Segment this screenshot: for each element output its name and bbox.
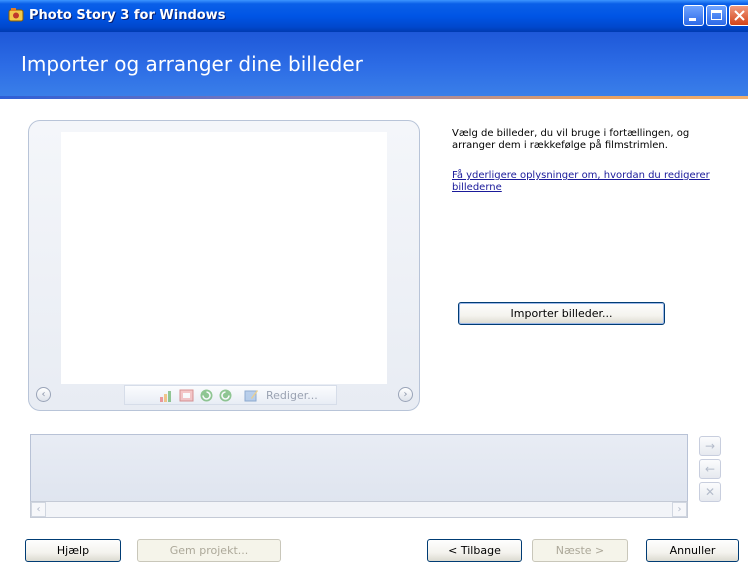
- edit-button[interactable]: Rediger...: [266, 389, 318, 402]
- close-button[interactable]: [729, 5, 748, 26]
- auto-correct-icon[interactable]: [159, 388, 174, 403]
- rotate-right-icon[interactable]: [218, 388, 233, 403]
- help-editing-link[interactable]: Få yderligere oplysninger om, hvordan du…: [452, 170, 712, 194]
- cancel-button[interactable]: Annuller: [646, 539, 739, 562]
- window-title: Photo Story 3 for Windows: [29, 8, 226, 23]
- rotate-left-icon[interactable]: [199, 388, 214, 403]
- photo-edit-toolbar: Rediger...: [124, 385, 337, 405]
- filmstrip-scrollbar[interactable]: ‹ ›: [30, 501, 688, 518]
- previous-photo-button[interactable]: ‹: [36, 387, 51, 402]
- instructions-text: Vælg de billeder, du vil bruge i fortæll…: [452, 128, 690, 151]
- move-right-button[interactable]: →: [699, 436, 721, 456]
- page-title: Importer og arranger dine billeder: [21, 52, 363, 76]
- scroll-left-arrow[interactable]: ‹: [31, 502, 46, 517]
- edit-photo-icon[interactable]: [244, 388, 259, 403]
- close-icon: [734, 10, 745, 21]
- header-banner: Importer og arranger dine billeder: [0, 32, 748, 96]
- photo-viewer: ‹ Rediger... ›: [28, 120, 420, 411]
- next-button[interactable]: Næste >: [532, 539, 628, 562]
- title-bar: Photo Story 3 for Windows: [0, 0, 748, 32]
- save-project-button[interactable]: Gem projekt...: [137, 539, 281, 562]
- minimize-button[interactable]: [683, 5, 704, 26]
- remove-black-borders-icon[interactable]: [179, 388, 194, 403]
- next-photo-button[interactable]: ›: [398, 387, 413, 402]
- import-pictures-button[interactable]: Importer billeder...: [458, 302, 665, 325]
- maximize-button[interactable]: [706, 5, 727, 26]
- remove-picture-button[interactable]: ✕: [699, 482, 721, 502]
- back-button[interactable]: < Tilbage: [427, 539, 522, 562]
- move-left-button[interactable]: ←: [699, 459, 721, 479]
- help-button[interactable]: Hjælp: [25, 539, 121, 562]
- photo-canvas: [61, 132, 387, 384]
- scroll-right-arrow[interactable]: ›: [672, 502, 687, 517]
- app-icon: [8, 8, 24, 22]
